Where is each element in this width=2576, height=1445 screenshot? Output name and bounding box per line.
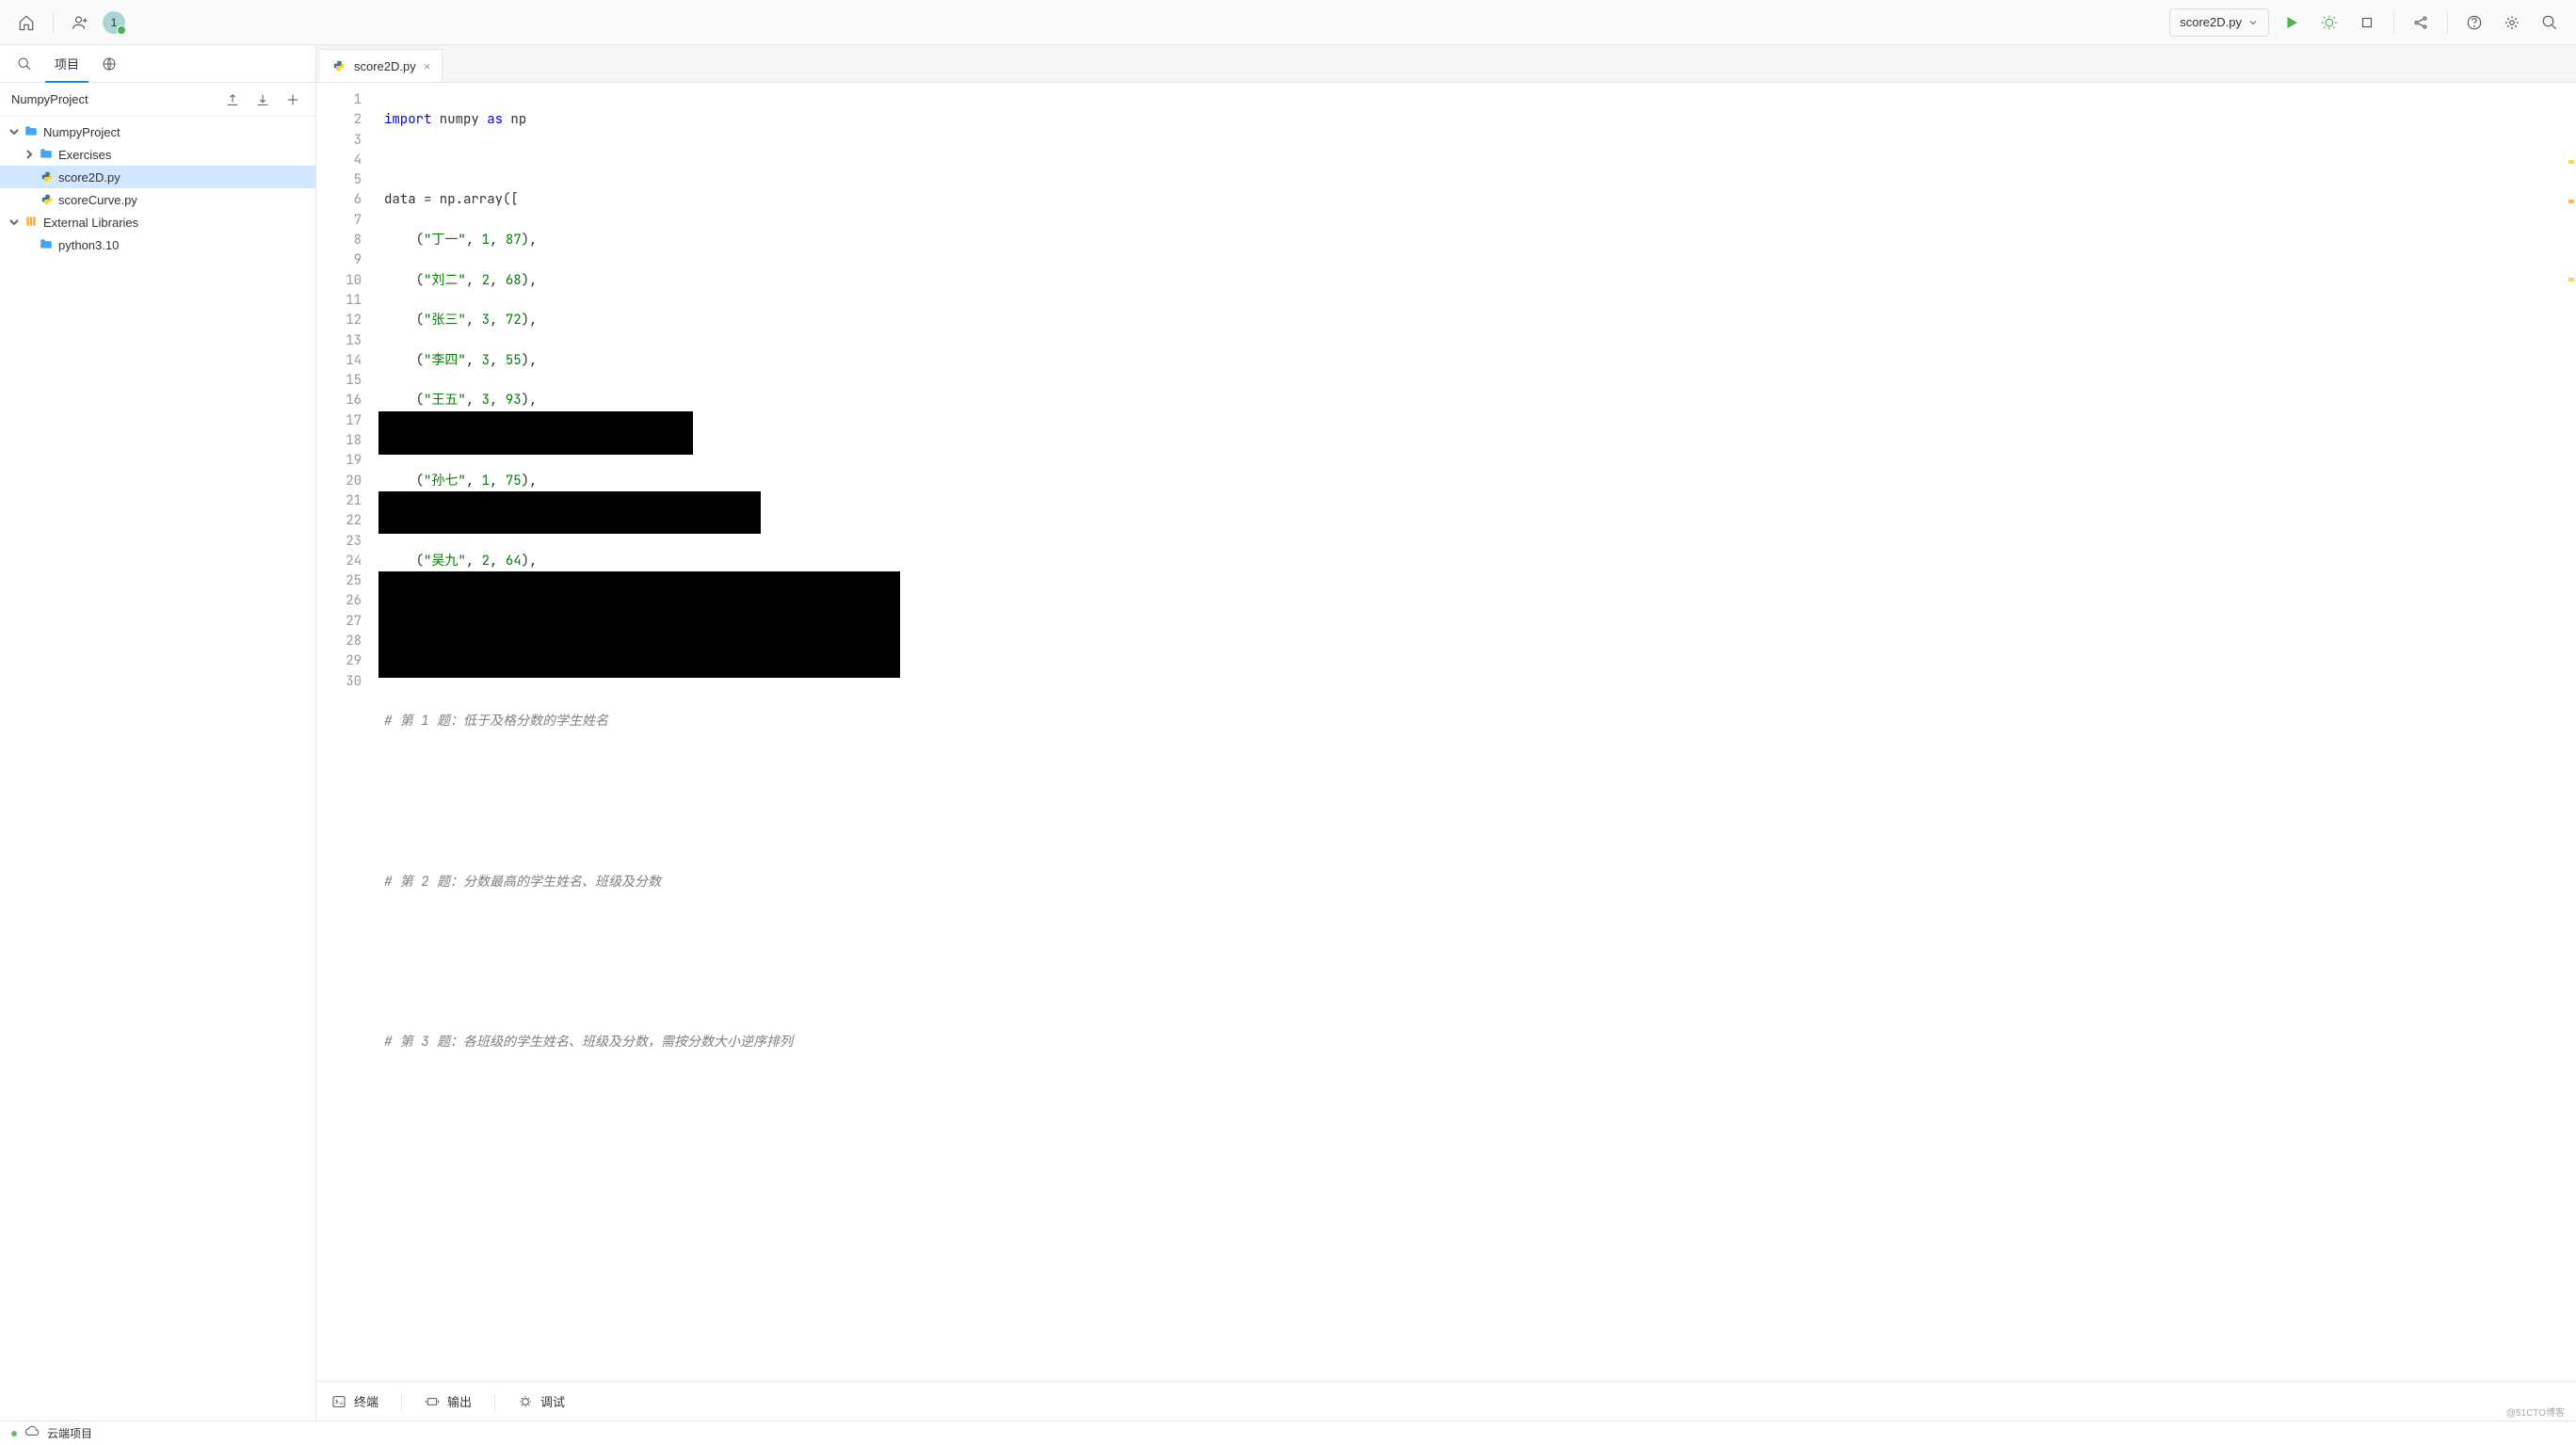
sidebar-tab-label: 项目 xyxy=(55,55,79,72)
close-icon[interactable]: × xyxy=(424,59,431,73)
tree-folder-exercises[interactable]: Exercises xyxy=(0,143,315,166)
search-button[interactable] xyxy=(2535,8,2565,38)
output-tab[interactable]: 输出 xyxy=(425,1392,472,1410)
search-icon xyxy=(17,56,32,72)
editor-body[interactable]: 1234567891011121314151617181920212223242… xyxy=(316,83,2576,1381)
status-label: 云端项目 xyxy=(47,1425,92,1441)
debug-tab[interactable]: 调试 xyxy=(518,1392,565,1410)
chevron-down-icon xyxy=(8,127,21,136)
editor-area: score2D.py × 123456789101112131415161718… xyxy=(316,45,2576,1421)
toolbar-right: score2D.py xyxy=(2169,8,2565,38)
project-tree: NumpyProject Exercises score2D.py scoreC… xyxy=(0,117,315,1421)
globe-icon xyxy=(102,56,117,72)
terminal-tab[interactable]: 终端 xyxy=(331,1392,378,1410)
download-button[interactable] xyxy=(251,88,274,111)
project-title: NumpyProject xyxy=(11,92,89,106)
upload-button[interactable] xyxy=(221,88,244,111)
sidebar: 项目 NumpyProject xyxy=(0,45,316,1421)
chevron-right-icon xyxy=(23,150,36,159)
gutter: 1234567891011121314151617181920212223242… xyxy=(316,83,373,1381)
bottom-panel: 终端 输出 调试 xyxy=(316,1381,2576,1421)
redacted-block-2 xyxy=(378,491,761,534)
add-button[interactable] xyxy=(282,88,304,111)
status-indicator xyxy=(11,1431,17,1437)
watermark: @51CTO博客 xyxy=(2506,1405,2565,1419)
bug-icon xyxy=(518,1394,533,1409)
divider xyxy=(2447,11,2448,34)
library-icon xyxy=(24,215,40,230)
sidebar-tab-project[interactable]: 项目 xyxy=(45,45,89,83)
tree-external-libraries[interactable]: External Libraries xyxy=(0,211,315,233)
code-content[interactable]: import numpy as np data = np.array([ ("丁… xyxy=(373,83,2576,1381)
help-button[interactable] xyxy=(2459,8,2489,38)
chevron-down-icon xyxy=(2247,17,2259,28)
debug-button[interactable] xyxy=(2314,8,2344,38)
folder-icon xyxy=(40,147,55,162)
editor-tab-label: score2D.py xyxy=(354,59,416,73)
redacted-block-3 xyxy=(378,571,900,678)
tree-file-score2d[interactable]: score2D.py xyxy=(0,166,315,188)
sidebar-tabs: 项目 xyxy=(0,45,315,83)
divider xyxy=(2393,11,2394,34)
sidebar-tab-search[interactable] xyxy=(8,45,41,83)
main: 项目 NumpyProject xyxy=(0,45,2576,1421)
output-icon xyxy=(425,1394,440,1409)
settings-button[interactable] xyxy=(2497,8,2527,38)
toolbar-left: 1 xyxy=(11,8,125,38)
add-user-button[interactable] xyxy=(65,8,95,38)
bottom-tab-label: 调试 xyxy=(540,1392,565,1410)
python-file-icon xyxy=(331,58,346,73)
editor-tabs: score2D.py × xyxy=(316,45,2576,83)
redacted-block-1 xyxy=(378,411,693,456)
run-button[interactable] xyxy=(2277,8,2307,38)
stop-button[interactable] xyxy=(2352,8,2382,38)
bottom-tab-label: 输出 xyxy=(447,1392,472,1410)
top-toolbar: 1 score2D.py xyxy=(0,0,2576,45)
bottom-tab-label: 终端 xyxy=(354,1392,378,1410)
run-target-label: score2D.py xyxy=(2180,15,2242,29)
share-button[interactable] xyxy=(2406,8,2436,38)
sidebar-tab-web[interactable] xyxy=(92,45,126,83)
project-header: NumpyProject xyxy=(0,83,315,117)
tree-label: score2D.py xyxy=(58,170,121,185)
chevron-down-icon xyxy=(8,217,21,227)
tree-label: Exercises xyxy=(58,148,111,162)
folder-icon xyxy=(40,237,55,252)
divider xyxy=(53,11,54,34)
cloud-icon xyxy=(24,1424,40,1442)
terminal-icon xyxy=(331,1394,346,1409)
folder-icon xyxy=(24,124,40,139)
tree-root[interactable]: NumpyProject xyxy=(0,120,315,143)
tree-label: NumpyProject xyxy=(43,125,121,139)
divider xyxy=(494,1392,495,1411)
status-bar: 云端项目 xyxy=(0,1421,2576,1445)
divider xyxy=(401,1392,402,1411)
tree-label: External Libraries xyxy=(43,216,138,230)
tree-label: scoreCurve.py xyxy=(58,193,137,207)
home-button[interactable] xyxy=(11,8,41,38)
run-config-selector[interactable]: score2D.py xyxy=(2169,8,2269,37)
tree-label: python3.10 xyxy=(58,238,119,252)
python-file-icon xyxy=(40,169,55,185)
tree-python310[interactable]: python3.10 xyxy=(0,233,315,256)
editor-tab-score2d[interactable]: score2D.py × xyxy=(320,49,443,82)
project-actions xyxy=(221,88,304,111)
tree-file-scorecurve[interactable]: scoreCurve.py xyxy=(0,188,315,211)
python-file-icon xyxy=(40,192,55,207)
avatar[interactable]: 1 xyxy=(103,11,125,34)
